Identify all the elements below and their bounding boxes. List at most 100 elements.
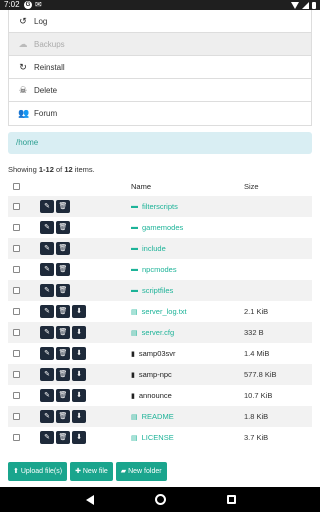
table-row: ✎ 🗑 ▬ scriptfiles: [8, 280, 312, 301]
file-name: samp03svr: [138, 349, 176, 358]
upload-button[interactable]: ⬆ Upload file(s): [8, 462, 68, 481]
row-actions: ✎ 🗑 ⬇: [40, 347, 86, 360]
trash-icon[interactable]: 🗑: [56, 242, 70, 255]
file-name-link[interactable]: ▬ npcmodes: [131, 265, 177, 274]
trash-icon[interactable]: 🗑: [56, 368, 70, 381]
row-checkbox[interactable]: [13, 413, 20, 420]
trash-icon[interactable]: 🗑: [56, 221, 70, 234]
trash-icon[interactable]: 🗑: [56, 347, 70, 360]
file-name-link[interactable]: ▤ server.cfg: [131, 328, 174, 337]
file-table: Name Size ✎ 🗑 ▬ filterscripts ✎ 🗑 ▬ gamemodes ✎ 🗑…: [8, 176, 312, 448]
file-name-link[interactable]: ▤ server_log.txt: [131, 307, 187, 316]
folder-icon: ▬: [131, 266, 138, 273]
file-name: README: [141, 412, 174, 421]
file-icon: ▮: [131, 392, 135, 400]
signal-icon: [302, 1, 309, 9]
file-name-link[interactable]: ▬ include: [131, 244, 166, 253]
row-checkbox[interactable]: [13, 392, 20, 399]
edit-icon[interactable]: ✎: [40, 431, 54, 444]
edit-icon[interactable]: ✎: [40, 263, 54, 276]
menu-item-reinstall[interactable]: ↻ Reinstall: [9, 56, 311, 79]
trash-icon[interactable]: 🗑: [56, 326, 70, 339]
download-icon[interactable]: ⬇: [72, 410, 86, 423]
row-checkbox[interactable]: [13, 203, 20, 210]
trash-icon[interactable]: 🗑: [56, 410, 70, 423]
file-size: 10.7 KiB: [244, 391, 273, 400]
table-row: ✎ 🗑 ⬇ ▮ announce 10.7 KiB: [8, 385, 312, 406]
row-checkbox[interactable]: [13, 329, 20, 336]
download-icon[interactable]: ⬇: [72, 431, 86, 444]
new-folder-button[interactable]: ▰ New folder: [115, 462, 167, 481]
menu-item-delete[interactable]: ☠ Delete: [9, 79, 311, 102]
trash-icon[interactable]: 🗑: [56, 263, 70, 276]
trash-icon[interactable]: 🗑: [56, 200, 70, 213]
row-checkbox[interactable]: [13, 266, 20, 273]
file-icon: ▮: [131, 371, 135, 379]
header-size[interactable]: Size: [244, 182, 259, 191]
download-icon[interactable]: ⬇: [72, 368, 86, 381]
file-name-link[interactable]: ▮ announce: [131, 391, 172, 400]
file-text-icon: ▤: [131, 413, 138, 421]
home-icon[interactable]: [155, 494, 166, 505]
menu-item-forum[interactable]: 👥 Forum: [9, 102, 311, 125]
back-icon[interactable]: [86, 495, 94, 505]
edit-icon[interactable]: ✎: [40, 305, 54, 318]
edit-icon[interactable]: ✎: [40, 221, 54, 234]
file-name-link[interactable]: ▮ samp-npc: [131, 370, 172, 379]
row-checkbox[interactable]: [13, 434, 20, 441]
row-checkbox[interactable]: [13, 350, 20, 357]
download-icon[interactable]: ⬇: [72, 326, 86, 339]
edit-icon[interactable]: ✎: [40, 410, 54, 423]
file-size: 2.1 KiB: [244, 307, 269, 316]
row-checkbox[interactable]: [13, 287, 20, 294]
table-row: ✎ 🗑 ⬇ ▤ server_log.txt 2.1 KiB: [8, 301, 312, 322]
edit-icon[interactable]: ✎: [40, 389, 54, 402]
select-all-checkbox[interactable]: [13, 182, 20, 190]
status-time: 7:02: [4, 0, 20, 9]
table-row: ✎ 🗑 ▬ npcmodes: [8, 259, 312, 280]
file-name-link[interactable]: ▬ gamemodes: [131, 223, 183, 232]
header-name[interactable]: Name: [131, 182, 151, 191]
google-icon: G: [24, 1, 32, 9]
row-actions: ✎ 🗑: [40, 221, 70, 234]
row-actions: ✎ 🗑 ⬇: [40, 431, 86, 444]
edit-icon[interactable]: ✎: [40, 284, 54, 297]
summary-of: of: [53, 165, 65, 174]
edit-icon[interactable]: ✎: [40, 242, 54, 255]
row-checkbox[interactable]: [13, 308, 20, 315]
file-name-link[interactable]: ▤ README: [131, 412, 174, 421]
menu-item-backups[interactable]: ☁ Backups: [9, 33, 311, 56]
server-menu: ↺ Log ☁ Backups ↻ Reinstall ☠ Delete 👥 Forum: [8, 10, 312, 126]
recents-icon[interactable]: [227, 495, 236, 504]
menu-item-log[interactable]: ↺ Log: [9, 10, 311, 33]
file-name-link[interactable]: ▬ scriptfiles: [131, 286, 173, 295]
row-checkbox[interactable]: [13, 371, 20, 378]
table-row: ✎ 🗑 ▬ include: [8, 238, 312, 259]
table-row: ✎ 🗑 ⬇ ▤ server.cfg 332 B: [8, 322, 312, 343]
summary-suffix: items.: [72, 165, 95, 174]
trash-icon[interactable]: 🗑: [56, 389, 70, 402]
row-checkbox[interactable]: [13, 224, 20, 231]
new-file-button[interactable]: ✚ New file: [70, 462, 113, 481]
edit-icon[interactable]: ✎: [40, 200, 54, 213]
edit-icon[interactable]: ✎: [40, 347, 54, 360]
row-actions: ✎ 🗑 ⬇: [40, 368, 86, 381]
file-name: filterscripts: [142, 202, 178, 211]
file-name-link[interactable]: ▤ LICENSE: [131, 433, 174, 442]
download-icon[interactable]: ⬇: [72, 305, 86, 318]
edit-icon[interactable]: ✎: [40, 326, 54, 339]
table-header: Name Size: [8, 176, 312, 196]
file-name-link[interactable]: ▮ samp03svr: [131, 349, 176, 358]
row-checkbox[interactable]: [13, 245, 20, 252]
file-size: 3.7 KiB: [244, 433, 269, 442]
file-name-link[interactable]: ▬ filterscripts: [131, 202, 178, 211]
row-actions: ✎ 🗑: [40, 200, 70, 213]
trash-icon[interactable]: 🗑: [56, 284, 70, 297]
trash-icon[interactable]: 🗑: [56, 431, 70, 444]
download-icon[interactable]: ⬇: [72, 347, 86, 360]
edit-icon[interactable]: ✎: [40, 368, 54, 381]
action-bar: ⬆ Upload file(s) ✚ New file ▰ New folder: [8, 462, 167, 481]
breadcrumb[interactable]: /home: [8, 132, 312, 154]
trash-icon[interactable]: 🗑: [56, 305, 70, 318]
download-icon[interactable]: ⬇: [72, 389, 86, 402]
